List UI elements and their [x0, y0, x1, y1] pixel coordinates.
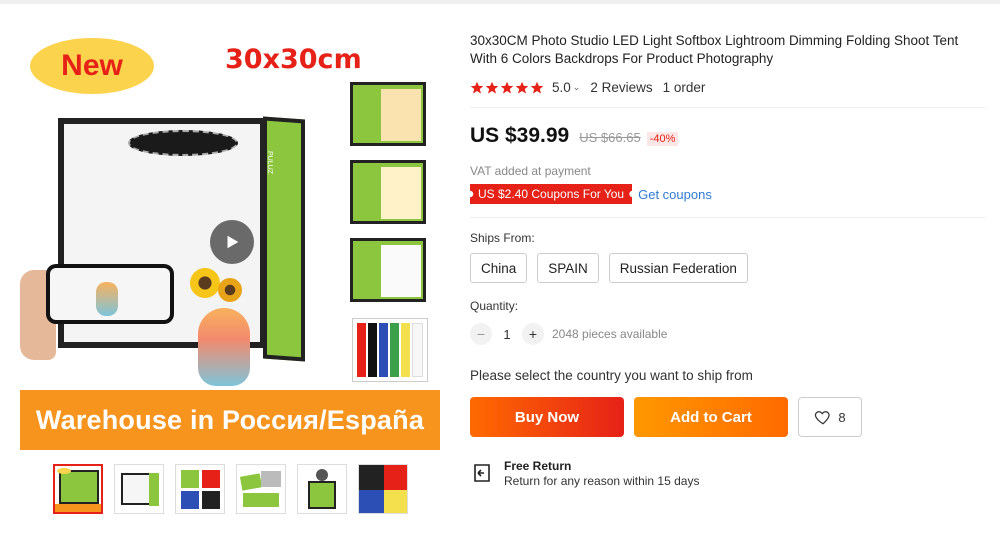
- quantity-label: Quantity:: [470, 299, 519, 313]
- free-return: Free Return Return for any reason within…: [470, 459, 985, 488]
- light-mode-previews: [350, 82, 426, 316]
- new-badge-text: New: [61, 49, 123, 82]
- return-icon: [474, 464, 490, 482]
- size-label: 30x30cm: [225, 44, 362, 75]
- divider: [470, 107, 985, 108]
- vat-note: VAT added at payment: [470, 164, 591, 178]
- decrease-quantity-button[interactable]: −: [470, 323, 492, 345]
- thumbnail-strip: [53, 464, 408, 514]
- coupon-badge[interactable]: US $2.40 Coupons For You: [470, 184, 633, 204]
- quantity-value[interactable]: 1: [492, 327, 522, 342]
- reviews-link[interactable]: 2 Reviews: [590, 80, 652, 95]
- discount-badge: -40%: [646, 132, 679, 146]
- thumbnail-1[interactable]: [53, 464, 103, 514]
- ships-from-label: Ships From:: [470, 231, 535, 245]
- white-light-preview: [350, 238, 426, 302]
- current-price: US $39.99: [470, 124, 570, 147]
- buy-now-button[interactable]: Buy Now: [470, 397, 624, 437]
- quantity-stepper: − 1 + 2048 pieces available: [470, 323, 985, 345]
- ships-from-options: China SPAIN Russian Federation: [470, 253, 985, 283]
- free-return-title: Free Return: [504, 459, 572, 473]
- ship-option-china[interactable]: China: [470, 253, 528, 283]
- thumbnail-5[interactable]: [297, 464, 347, 514]
- main-product-image[interactable]: New 30x30cm PULUZ Warehouse in Россия/Es…: [20, 30, 440, 450]
- available-stock: 2048 pieces available: [552, 327, 668, 341]
- add-to-cart-button[interactable]: Add to Cart: [634, 397, 788, 437]
- get-coupons-link[interactable]: Get coupons: [638, 187, 712, 202]
- star-rating: [470, 81, 544, 95]
- star-icon: [500, 81, 514, 94]
- chevron-down-icon[interactable]: ⌄: [573, 82, 581, 93]
- thumbnail-4[interactable]: [236, 464, 286, 514]
- backdrop-colors: [352, 318, 428, 382]
- ring-light: [128, 130, 238, 156]
- flower-shape: [190, 268, 220, 298]
- divider: [470, 217, 985, 218]
- warehouse-banner-text: Warehouse in Россия/España: [35, 404, 425, 435]
- coupon-row: US $2.40 Coupons For You Get coupons: [470, 184, 985, 204]
- vase-body: [198, 308, 250, 386]
- thumbnail-2[interactable]: [114, 464, 164, 514]
- product-gallery: New 30x30cm PULUZ Warehouse in Россия/Es…: [20, 30, 440, 450]
- increase-quantity-button[interactable]: +: [522, 323, 544, 345]
- wishlist-count: 8: [838, 409, 846, 425]
- brand-logo: PULUZ: [266, 150, 273, 175]
- play-icon: [227, 235, 239, 249]
- product-title: 30x30CM Photo Studio LED Light Softbox L…: [470, 33, 959, 66]
- rating-row: 5.0 ⌄ 2 Reviews 1 order: [470, 80, 985, 95]
- heart-icon: [815, 411, 831, 425]
- warm-light-preview: [350, 82, 426, 146]
- ship-option-spain[interactable]: SPAIN: [537, 253, 599, 283]
- wishlist-button[interactable]: 8: [798, 397, 862, 437]
- price-row: US $39.99 US $66.65 -40%: [470, 124, 985, 148]
- star-icon: [485, 81, 499, 94]
- thumbnail-6[interactable]: [358, 464, 408, 514]
- action-buttons: Buy Now Add to Cart 8: [470, 397, 985, 437]
- vase-illustration: [188, 268, 258, 388]
- star-icon: [530, 81, 544, 94]
- orders-count: 1 order: [662, 80, 706, 95]
- yellow-light-preview: [350, 160, 426, 224]
- star-icon: [515, 81, 529, 94]
- original-price: US $66.65: [579, 130, 641, 145]
- star-icon: [470, 81, 484, 94]
- ship-option-russia[interactable]: Russian Federation: [608, 253, 748, 283]
- free-return-description: Return for any reason within 15 days: [504, 474, 700, 488]
- rating-value[interactable]: 5.0: [552, 80, 571, 95]
- play-video-button[interactable]: [210, 220, 254, 264]
- warehouse-banner: Warehouse in Россия/España: [20, 390, 440, 450]
- ship-country-notice: Please select the country you want to sh…: [470, 368, 753, 383]
- flower-shape: [218, 278, 242, 302]
- product-info: 30x30CM Photo Studio LED Light Softbox L…: [470, 32, 985, 488]
- softbox-side-panel: PULUZ: [263, 116, 305, 362]
- new-badge: New: [30, 38, 154, 94]
- top-divider: [0, 0, 1000, 4]
- phone-illustration: [46, 264, 174, 324]
- thumbnail-3[interactable]: [175, 464, 225, 514]
